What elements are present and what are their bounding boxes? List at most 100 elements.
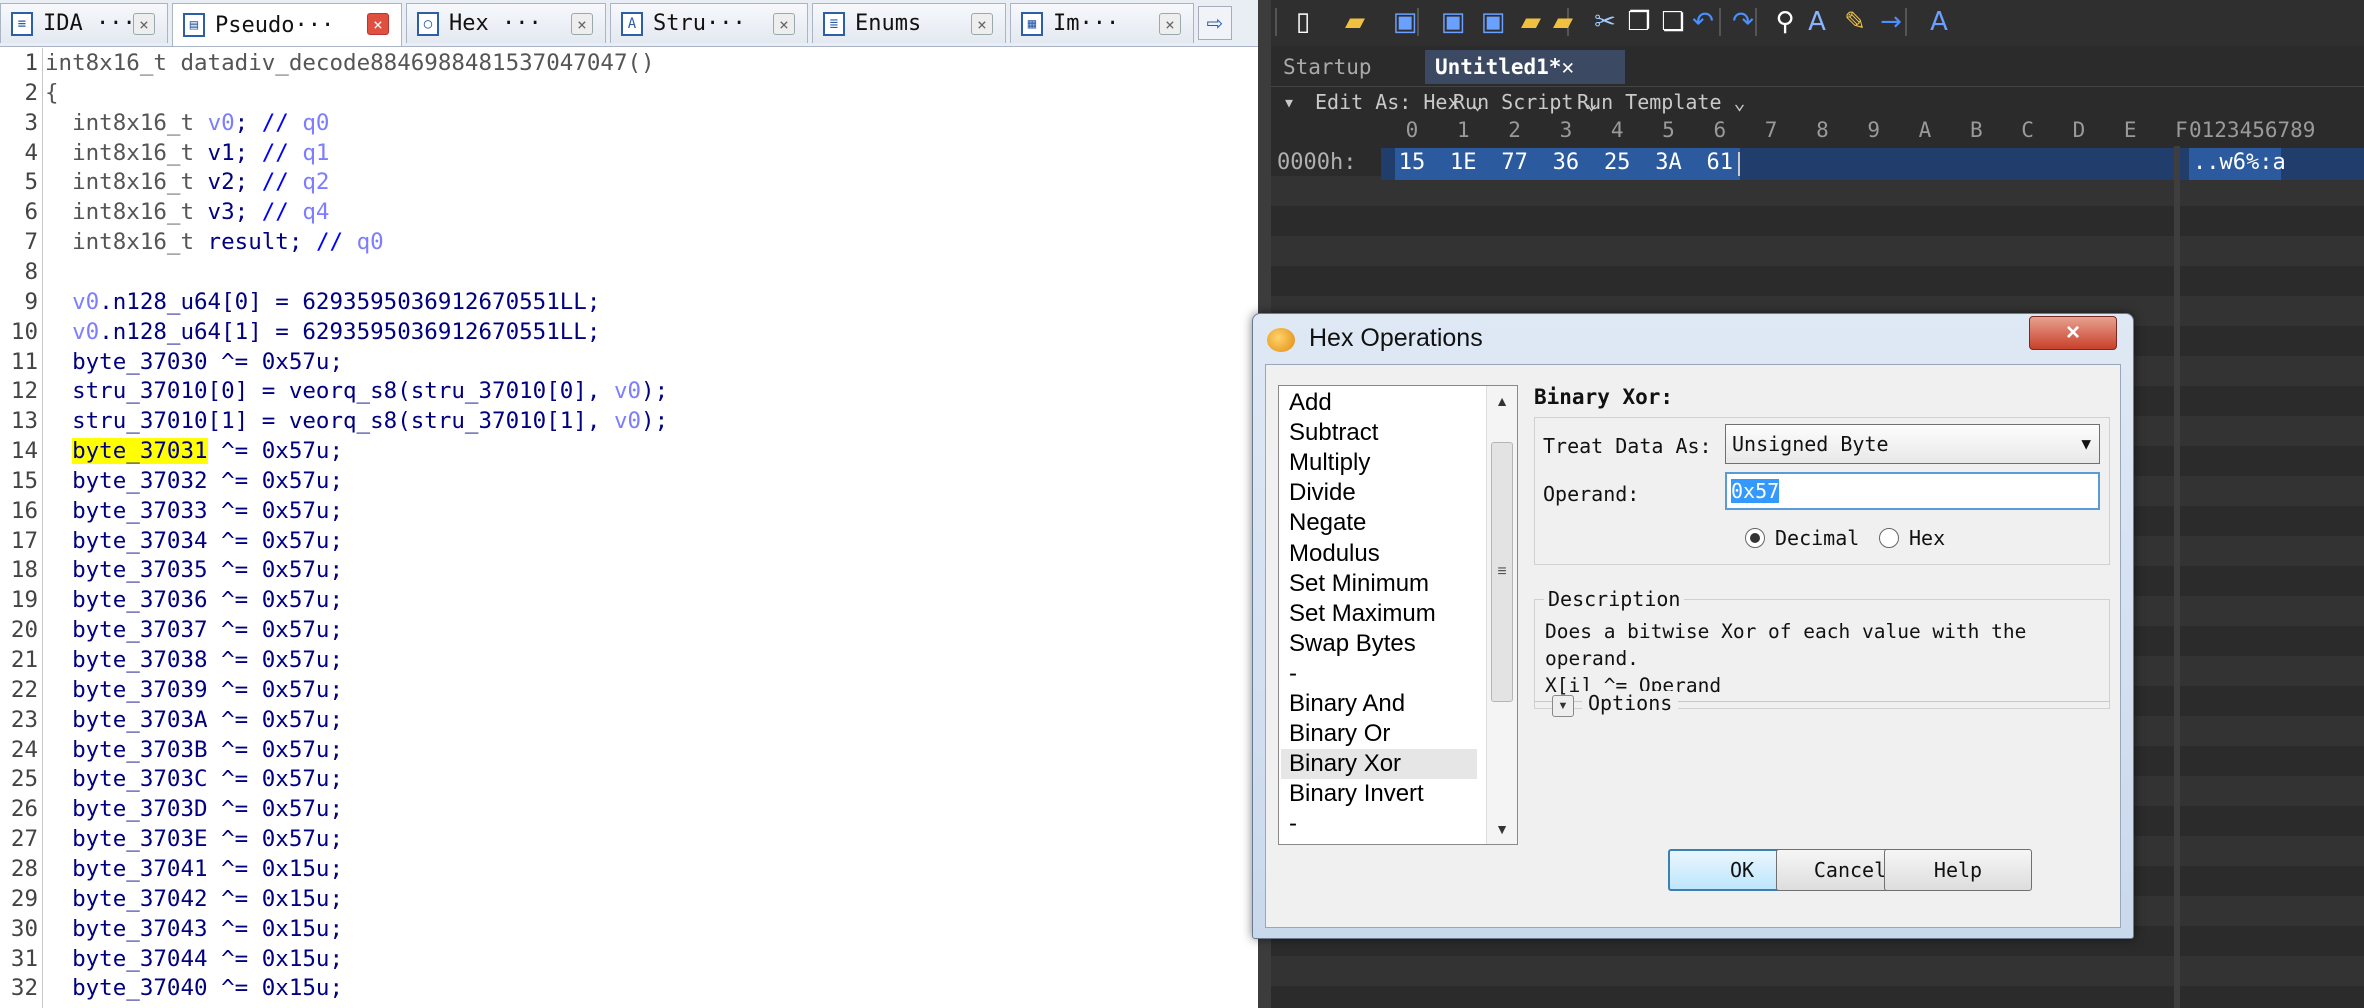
close-tab-icon[interactable]: × bbox=[571, 13, 593, 35]
new-file-icon[interactable]: ▯ bbox=[1287, 6, 1319, 38]
hex-byte[interactable]: 15 bbox=[1397, 150, 1427, 175]
close-tab-icon[interactable]: × bbox=[133, 13, 155, 35]
code-line[interactable]: int8x16_t v3; // q4 bbox=[45, 199, 329, 225]
scroll-down-icon[interactable]: ▼ bbox=[1487, 816, 1517, 842]
operation-item[interactable]: Modulus bbox=[1281, 539, 1477, 569]
hex-byte[interactable]: 61 bbox=[1705, 150, 1735, 175]
code-line[interactable]: stru_37010[1] = veorq_s8(stru_37010[1], … bbox=[45, 408, 668, 434]
pseudocode-view[interactable]: 1 2 3 4 5 6 7 8 9 10 11 12 13 14 15 16 17 18 19 20 21 22 23 24 2… bbox=[0, 48, 1258, 1008]
ida-tab[interactable]: ○ Hex ··· × bbox=[406, 3, 606, 43]
hex-byte[interactable]: 25 bbox=[1602, 150, 1632, 175]
code-line[interactable]: byte_37039 ^= 0x57u; bbox=[45, 677, 343, 703]
operation-item[interactable]: Swap Bytes bbox=[1281, 629, 1477, 659]
code-line[interactable]: byte_37037 ^= 0x57u; bbox=[45, 617, 343, 643]
operation-item[interactable]: Divide bbox=[1281, 478, 1477, 508]
copy-icon[interactable]: ❐ bbox=[1623, 6, 1655, 38]
operation-item[interactable]: Binary Invert bbox=[1281, 779, 1477, 809]
redo-icon[interactable]: ↷ bbox=[1727, 6, 1759, 38]
document-tab[interactable]: Untitled1* ✕ bbox=[1425, 50, 1625, 84]
code-line[interactable]: byte_37038 ^= 0x57u; bbox=[45, 647, 343, 673]
ida-tab[interactable]: ▦ Im··· × bbox=[1010, 3, 1194, 43]
expand-options-icon[interactable]: ▼ bbox=[1552, 695, 1574, 717]
code-line[interactable]: byte_37042 ^= 0x15u; bbox=[45, 886, 343, 912]
code-line[interactable]: { bbox=[45, 80, 59, 106]
code-line[interactable]: byte_37043 ^= 0x15u; bbox=[45, 916, 343, 942]
run-script-menu[interactable]: Run Script ⌄ bbox=[1453, 90, 1598, 114]
code-line[interactable]: byte_37033 ^= 0x57u; bbox=[45, 498, 343, 524]
hex-byte[interactable]: 3A bbox=[1654, 150, 1684, 175]
undo-icon[interactable]: ↶ bbox=[1687, 6, 1719, 38]
operation-item[interactable]: Binary Or bbox=[1281, 719, 1477, 749]
operation-item[interactable]: Multiply bbox=[1281, 448, 1477, 478]
run-template-menu[interactable]: Run Template ⌄ bbox=[1577, 90, 1746, 114]
code-line[interactable]: byte_3703C ^= 0x57u; bbox=[45, 766, 343, 792]
operation-list[interactable]: ▲ ≡ ▼ Add Subtract Multiply Divide Negate Mod… bbox=[1278, 385, 1518, 845]
operation-item[interactable]: Add bbox=[1281, 388, 1477, 418]
code-line[interactable]: byte_37032 ^= 0x57u; bbox=[45, 468, 343, 494]
close-tab-icon[interactable]: × bbox=[971, 13, 993, 35]
cut-icon[interactable]: ✂ bbox=[1589, 6, 1621, 38]
operation-item[interactable]: - bbox=[1281, 659, 1477, 689]
code-line[interactable]: byte_3703B ^= 0x57u; bbox=[45, 737, 343, 763]
code-line[interactable]: int8x16_t datadiv_decode8846988481537047… bbox=[45, 50, 655, 76]
close-tab-icon[interactable]: ✕ bbox=[1561, 55, 1574, 79]
operation-item[interactable]: Binary Xor bbox=[1281, 749, 1477, 780]
code-line[interactable]: byte_37030 ^= 0x57u; bbox=[45, 349, 343, 375]
paste-icon[interactable]: ❏ bbox=[1657, 6, 1689, 38]
close-tab-icon[interactable]: × bbox=[1159, 13, 1181, 35]
save-as-icon[interactable]: ▣ bbox=[1437, 6, 1469, 38]
tab-overflow-icon[interactable]: ⇨ bbox=[1198, 6, 1232, 40]
code-line[interactable]: int8x16_t v1; // q1 bbox=[45, 140, 329, 166]
operation-item[interactable]: Negate bbox=[1281, 508, 1477, 538]
radio-hex[interactable]: Hex bbox=[1879, 526, 1945, 550]
operation-item[interactable]: Set Maximum bbox=[1281, 599, 1477, 629]
code-line[interactable]: byte_37036 ^= 0x57u; bbox=[45, 587, 343, 613]
ida-tab[interactable]: ≣ Enums × bbox=[812, 3, 1006, 43]
code-line[interactable]: byte_37041 ^= 0x15u; bbox=[45, 856, 343, 882]
operation-item[interactable]: Subtract bbox=[1281, 418, 1477, 448]
ida-tab[interactable]: A Stru··· × bbox=[610, 3, 808, 43]
operation-item[interactable]: Set Minimum bbox=[1281, 569, 1477, 599]
ida-tab[interactable]: ▤ Pseudo··· × bbox=[172, 3, 402, 46]
collapse-icon[interactable]: ▾ bbox=[1283, 90, 1295, 114]
operation-item[interactable]: - bbox=[1281, 809, 1477, 839]
folders-icon[interactable]: ▰ bbox=[1547, 6, 1579, 38]
goto-icon[interactable]: → bbox=[1875, 6, 1907, 38]
treat-data-select[interactable]: Unsigned Byte ▼ bbox=[1725, 424, 2100, 464]
code-line[interactable]: int8x16_t v2; // q2 bbox=[45, 169, 329, 195]
code-line[interactable]: byte_37031 ^= 0x57u; bbox=[45, 438, 343, 465]
help-button[interactable]: Help bbox=[1884, 849, 2032, 891]
hex-byte[interactable]: 1E bbox=[1448, 150, 1478, 175]
code-line[interactable]: byte_3703D ^= 0x57u; bbox=[45, 796, 343, 822]
code-line[interactable]: stru_37010[0] = veorq_s8(stru_37010[0], … bbox=[45, 378, 668, 404]
font-icon[interactable]: A bbox=[1923, 6, 1955, 38]
close-tab-icon[interactable]: × bbox=[367, 13, 389, 35]
save-icon[interactable]: ▣ bbox=[1389, 6, 1421, 38]
find-in-files-icon[interactable]: ✎ bbox=[1839, 6, 1871, 38]
code-line[interactable]: byte_3703E ^= 0x57u; bbox=[45, 826, 343, 852]
hex-byte[interactable]: 77 bbox=[1500, 150, 1530, 175]
operation-item[interactable]: Binary And bbox=[1281, 689, 1477, 719]
code-line[interactable]: int8x16_t v0; // q0 bbox=[45, 110, 329, 136]
open-folder-icon[interactable]: ▰ bbox=[1339, 6, 1371, 38]
close-button[interactable]: × bbox=[2029, 316, 2117, 350]
find-icon[interactable]: ⚲ bbox=[1769, 6, 1801, 38]
scroll-thumb[interactable]: ≡ bbox=[1491, 442, 1513, 702]
code-line[interactable]: int8x16_t result; // q0 bbox=[45, 229, 384, 255]
code-line[interactable]: byte_3703A ^= 0x57u; bbox=[45, 707, 343, 733]
folder-icon[interactable]: ▰ bbox=[1515, 6, 1547, 38]
options-label[interactable]: Options bbox=[1582, 691, 1679, 715]
document-tab[interactable]: Startup bbox=[1273, 50, 1423, 84]
close-tab-icon[interactable]: × bbox=[773, 13, 795, 35]
replace-icon[interactable]: A bbox=[1801, 6, 1833, 38]
operation-list-scrollbar[interactable]: ▲ ≡ ▼ bbox=[1486, 386, 1517, 844]
code-line[interactable]: byte_37040 ^= 0x15u; bbox=[45, 975, 343, 1001]
operand-input[interactable]: 0x57 bbox=[1725, 472, 2100, 510]
hex-byte[interactable]: 36 bbox=[1551, 150, 1581, 175]
code-line[interactable]: v0.n128_u64[1] = 6293595036912670551LL; bbox=[45, 319, 600, 345]
code-line[interactable]: byte_37035 ^= 0x57u; bbox=[45, 557, 343, 583]
code-line[interactable]: byte_37034 ^= 0x57u; bbox=[45, 528, 343, 554]
code-line[interactable]: v0.n128_u64[0] = 6293595036912670551LL; bbox=[45, 289, 600, 315]
radio-decimal[interactable]: Decimal bbox=[1745, 526, 1859, 550]
code-line[interactable]: byte_37044 ^= 0x15u; bbox=[45, 946, 343, 972]
